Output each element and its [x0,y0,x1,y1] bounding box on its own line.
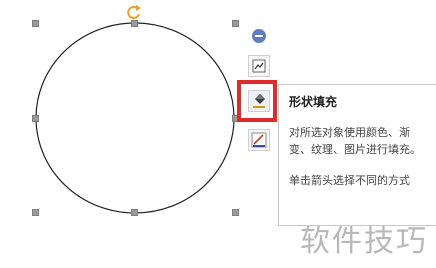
tooltip-title: 形状填充 [289,95,338,109]
resize-handle-bottom-right[interactable] [232,209,239,216]
highlight-box [237,80,277,122]
tooltip: 形状填充 对所选对象使用颜色、渐变、纹理、图片进行填充。 单击箭头选择不同的方式 [278,84,436,226]
resize-handle-top[interactable] [131,20,138,27]
minus-circle-icon[interactable] [252,29,266,43]
image-layout-icon [252,59,266,73]
tooltip-hint: 单击箭头选择不同的方式 [289,174,410,187]
resize-handle-top-right[interactable] [232,20,239,27]
resize-handle-bottom-left[interactable] [32,209,39,216]
pen-outline-icon [251,132,267,148]
watermark: 软件技巧 [300,224,428,259]
tooltip-description: 对所选对象使用颜色、渐变、纹理、图片进行填充。 [289,126,421,156]
rotate-icon[interactable] [125,3,143,21]
resize-handle-bottom[interactable] [131,209,138,216]
resize-handle-left[interactable] [32,115,39,122]
shape-outline-button[interactable] [248,129,270,151]
document-canvas: 形状填充 对所选对象使用颜色、渐变、纹理、图片进行填充。 单击箭头选择不同的方式… [0,0,436,268]
resize-handle-top-left[interactable] [32,20,39,27]
layout-options-button[interactable] [248,55,270,77]
